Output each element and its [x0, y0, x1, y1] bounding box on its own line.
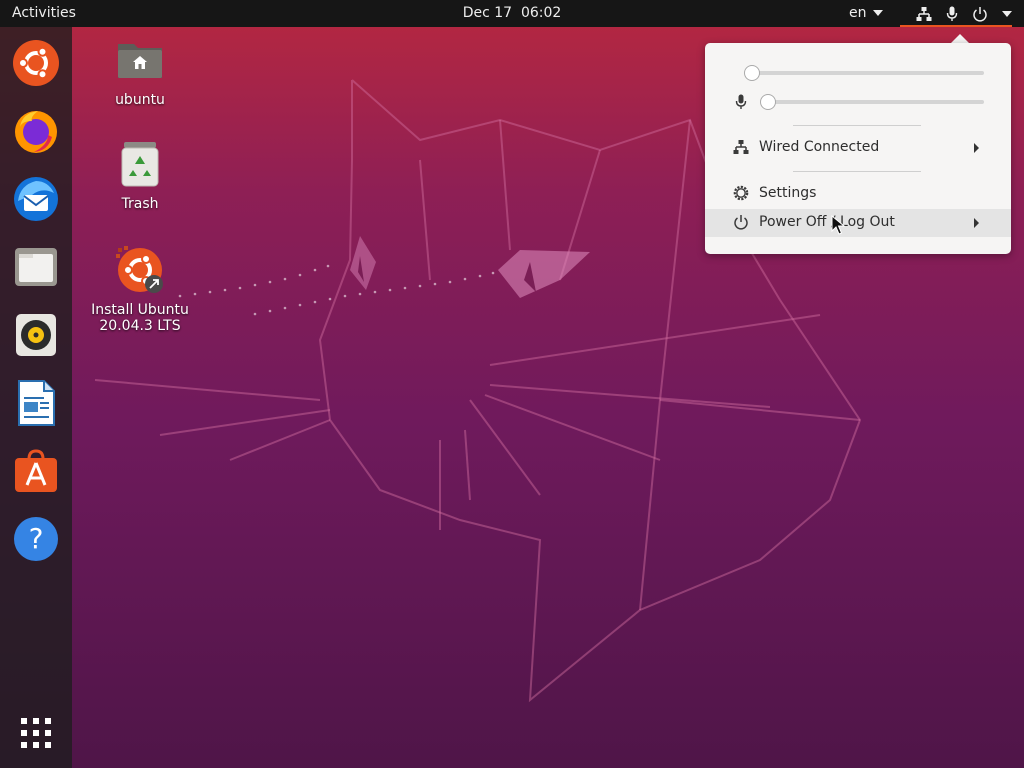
desktop-icon-home[interactable]: ubuntu — [85, 36, 195, 108]
svg-text:?: ? — [29, 522, 44, 555]
menu-item-label: Settings — [759, 185, 817, 201]
firefox-icon — [15, 111, 57, 153]
submenu-arrow-icon — [974, 143, 979, 153]
menu-separator — [793, 125, 921, 126]
power-icon — [734, 215, 748, 230]
dock-thunderbird[interactable] — [12, 175, 60, 223]
top-bar: Activities Dec 17 06:02 en — [0, 0, 1024, 27]
network-wired-icon — [733, 140, 749, 154]
volume-slider-knob[interactable] — [744, 65, 760, 81]
menu-item-label: Power Off / Log Out — [759, 214, 895, 230]
mic-slider[interactable] — [705, 90, 1011, 114]
dock-libreoffice-writer[interactable] — [12, 379, 60, 427]
ubuntu-software-icon — [15, 449, 57, 492]
dock-firefox[interactable] — [12, 107, 60, 155]
thunderbird-icon — [14, 177, 58, 221]
microphone-icon — [735, 94, 747, 109]
microphone-icon — [946, 6, 958, 21]
menu-item-label: Wired Connected — [759, 139, 880, 155]
submenu-arrow-icon — [974, 218, 979, 228]
desktop-icon-label: Trash — [121, 196, 159, 212]
mic-slider-track[interactable] — [767, 100, 984, 104]
ubuntu-icon — [13, 40, 59, 86]
home-folder-icon — [118, 44, 162, 78]
desktop-icon-label-line2: 20.04.3 LTS — [99, 318, 181, 334]
clock-date: Dec 17 — [462, 5, 513, 21]
dock-files[interactable] — [12, 243, 60, 291]
desktop-icon-install-ubuntu[interactable]: Install Ubuntu 20.04.3 LTS — [85, 246, 195, 334]
system-tray[interactable] — [900, 0, 1024, 27]
show-applications-button[interactable] — [12, 709, 60, 757]
system-menu: Wired Connected Settings Power Off / Log… — [705, 43, 1011, 254]
libreoffice-writer-icon — [18, 380, 55, 426]
network-wired-icon — [916, 6, 932, 21]
dock-ubuntu[interactable] — [12, 39, 60, 87]
date-time-button[interactable]: Dec 17 06:02 — [463, 5, 562, 21]
help-icon: ? — [14, 517, 58, 561]
dock-rhythmbox[interactable] — [12, 311, 60, 359]
chevron-down-icon — [872, 10, 883, 16]
desktop-icon-label-line1: Install Ubuntu — [91, 302, 189, 318]
trash-icon — [121, 142, 159, 187]
volume-slider[interactable] — [705, 61, 1011, 85]
activities-button[interactable]: Activities — [12, 5, 76, 21]
volume-slider-track[interactable] — [751, 71, 984, 75]
mouse-pointer-icon — [831, 215, 845, 235]
menu-item-settings[interactable]: Settings — [705, 180, 1011, 208]
mic-slider-knob[interactable] — [760, 94, 776, 110]
rhythmbox-icon — [16, 314, 56, 356]
files-icon — [15, 248, 57, 286]
desktop-icon-trash[interactable]: Trash — [85, 140, 195, 212]
input-language-selector[interactable]: en — [849, 5, 883, 21]
chevron-down-icon — [1002, 10, 1012, 17]
menu-item-wired[interactable]: Wired Connected — [705, 134, 1011, 162]
menu-separator — [793, 171, 921, 172]
dock-help[interactable]: ? — [12, 515, 60, 563]
dock-ubuntu-software[interactable] — [12, 447, 60, 495]
menu-item-power[interactable]: Power Off / Log Out — [705, 209, 1011, 237]
dock: ? — [0, 27, 72, 768]
input-language-label: en — [849, 5, 867, 21]
desktop-icon-label: ubuntu — [115, 92, 165, 108]
ubuntu-installer-icon — [116, 246, 163, 293]
show-applications-icon — [21, 718, 51, 748]
power-icon — [973, 6, 987, 22]
gear-icon — [733, 185, 749, 201]
clock-time: 06:02 — [520, 5, 562, 21]
